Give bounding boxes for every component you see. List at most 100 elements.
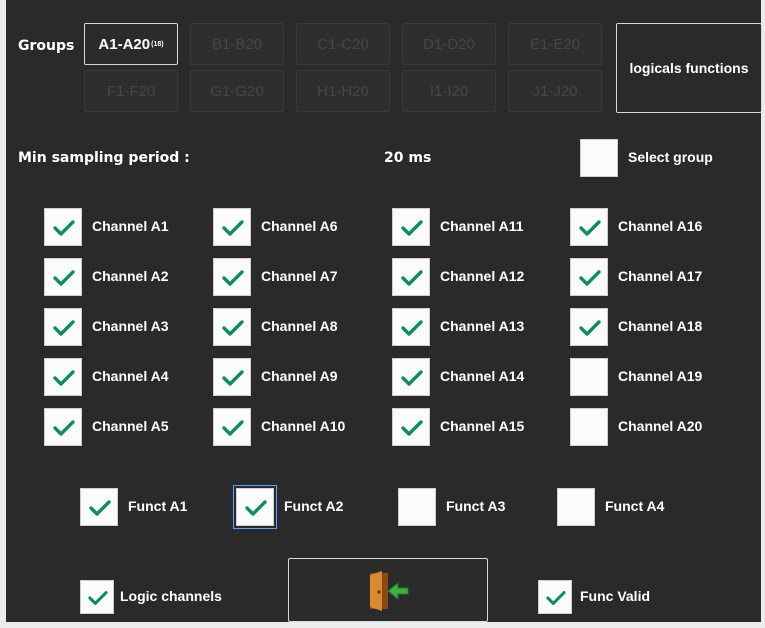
funct-a3-checkbox[interactable] bbox=[398, 488, 436, 526]
channel-a6-checkbox[interactable] bbox=[213, 208, 251, 246]
channel-a8-label: Channel A8 bbox=[261, 318, 338, 334]
channel-selection-panel: Groups A1-A20 (18) B1-B20 C1-C20 D1-D20 E1-E2… bbox=[0, 0, 765, 628]
select-group-label: Select group bbox=[628, 149, 713, 165]
channel-a13-label: Channel A13 bbox=[440, 318, 525, 334]
check-icon bbox=[245, 500, 267, 516]
check-icon bbox=[222, 220, 244, 236]
funct-a4-label: Funct A4 bbox=[605, 498, 665, 514]
group-button-label: J1-J20 bbox=[532, 82, 578, 100]
select-group-checkbox[interactable] bbox=[580, 139, 618, 177]
func-valid-checkbox[interactable] bbox=[538, 580, 572, 614]
logic-channels-label: Logic channels bbox=[120, 588, 222, 604]
funct-a3-label: Funct A3 bbox=[446, 498, 506, 514]
exit-door-icon bbox=[370, 571, 409, 611]
group-button-label: D1-D20 bbox=[423, 35, 475, 53]
group-button-a1-a20[interactable]: A1-A20 (18) bbox=[84, 23, 178, 65]
check-icon bbox=[53, 420, 75, 436]
check-icon bbox=[222, 370, 244, 386]
group-button-label: G1-G20 bbox=[210, 82, 264, 100]
channel-a4-checkbox[interactable] bbox=[44, 358, 82, 396]
channel-a3-checkbox[interactable] bbox=[44, 308, 82, 346]
channel-a2-checkbox[interactable] bbox=[44, 258, 82, 296]
check-icon bbox=[401, 320, 423, 336]
channel-a9-label: Channel A9 bbox=[261, 368, 338, 384]
channel-a15-checkbox[interactable] bbox=[392, 408, 430, 446]
channel-a7-label: Channel A7 bbox=[261, 268, 338, 284]
group-button-label: F1-F20 bbox=[106, 82, 156, 100]
channel-a2-label: Channel A2 bbox=[92, 268, 169, 284]
channel-a18-label: Channel A18 bbox=[618, 318, 703, 334]
group-button-label: A1-A20 bbox=[98, 35, 151, 53]
channel-a14-label: Channel A14 bbox=[440, 368, 525, 384]
check-icon bbox=[401, 270, 423, 286]
check-icon bbox=[401, 370, 423, 386]
func-valid-label: Func Valid bbox=[580, 588, 651, 604]
check-icon bbox=[53, 270, 75, 286]
channel-a15-label: Channel A15 bbox=[440, 418, 525, 434]
group-button-d1-d20[interactable]: D1-D20 bbox=[402, 23, 496, 65]
group-button-j1-j20[interactable]: J1-J20 bbox=[508, 70, 602, 112]
check-icon bbox=[53, 370, 75, 386]
channel-a20-checkbox[interactable] bbox=[570, 408, 608, 446]
channel-a17-checkbox[interactable] bbox=[570, 258, 608, 296]
channel-a9-checkbox[interactable] bbox=[213, 358, 251, 396]
group-button-label: B1-B20 bbox=[211, 35, 263, 53]
groups-label: Groups bbox=[18, 38, 75, 54]
logical-functions-button[interactable]: logicals functions bbox=[616, 23, 762, 113]
channel-a20-label: Channel A20 bbox=[618, 418, 703, 434]
group-button-count: (18) bbox=[151, 40, 164, 48]
group-button-label: H1-H20 bbox=[317, 82, 369, 100]
check-icon bbox=[89, 500, 111, 516]
channel-a8-checkbox[interactable] bbox=[213, 308, 251, 346]
channel-a12-label: Channel A12 bbox=[440, 268, 525, 284]
channel-a5-checkbox[interactable] bbox=[44, 408, 82, 446]
funct-a1-checkbox[interactable] bbox=[80, 488, 118, 526]
channel-a14-checkbox[interactable] bbox=[392, 358, 430, 396]
channel-a10-checkbox[interactable] bbox=[213, 408, 251, 446]
channel-a1-checkbox[interactable] bbox=[44, 208, 82, 246]
funct-a2-label: Funct A2 bbox=[284, 498, 344, 514]
channel-a16-checkbox[interactable] bbox=[570, 208, 608, 246]
channel-a19-checkbox[interactable] bbox=[570, 358, 608, 396]
funct-a2-checkbox[interactable] bbox=[233, 485, 277, 529]
group-button-g1-g20[interactable]: G1-G20 bbox=[190, 70, 284, 112]
funct-a4-checkbox[interactable] bbox=[557, 488, 595, 526]
channel-a18-checkbox[interactable] bbox=[570, 308, 608, 346]
check-icon bbox=[53, 320, 75, 336]
channel-a19-label: Channel A19 bbox=[618, 368, 703, 384]
group-button-label: I1-I20 bbox=[429, 82, 469, 100]
exit-button[interactable] bbox=[288, 558, 488, 622]
group-button-b1-b20[interactable]: B1-B20 bbox=[190, 23, 284, 65]
check-icon bbox=[546, 591, 566, 605]
channel-a11-checkbox[interactable] bbox=[392, 208, 430, 246]
logic-channels-checkbox[interactable] bbox=[80, 580, 114, 614]
channel-a13-checkbox[interactable] bbox=[392, 308, 430, 346]
group-button-e1-e20[interactable]: E1-E20 bbox=[508, 23, 602, 65]
channel-a16-label: Channel A16 bbox=[618, 218, 703, 234]
check-icon bbox=[222, 320, 244, 336]
channel-a1-label: Channel A1 bbox=[92, 218, 169, 234]
check-icon bbox=[401, 420, 423, 436]
group-button-label: E1-E20 bbox=[529, 35, 581, 53]
check-icon bbox=[53, 220, 75, 236]
group-button-c1-c20[interactable]: C1-C20 bbox=[296, 23, 390, 65]
group-button-f1-f20[interactable]: F1-F20 bbox=[84, 70, 178, 112]
channel-a4-label: Channel A4 bbox=[92, 368, 169, 384]
check-icon bbox=[579, 270, 601, 286]
check-icon bbox=[88, 591, 108, 605]
channel-a11-label: Channel A11 bbox=[440, 218, 524, 234]
channel-a17-label: Channel A17 bbox=[618, 268, 703, 284]
group-button-label: C1-C20 bbox=[317, 35, 369, 53]
channel-a7-checkbox[interactable] bbox=[213, 258, 251, 296]
min-sampling-value: 20 ms bbox=[384, 150, 432, 166]
group-button-h1-h20[interactable]: H1-H20 bbox=[296, 70, 390, 112]
channel-a10-label: Channel A10 bbox=[261, 418, 346, 434]
channel-a3-label: Channel A3 bbox=[92, 318, 169, 334]
channel-a6-label: Channel A6 bbox=[261, 218, 338, 234]
check-icon bbox=[222, 420, 244, 436]
min-sampling-label: Min sampling period : bbox=[18, 150, 190, 166]
channel-a5-label: Channel A5 bbox=[92, 418, 169, 434]
group-button-i1-i20[interactable]: I1-I20 bbox=[402, 70, 496, 112]
check-icon bbox=[579, 220, 601, 236]
channel-a12-checkbox[interactable] bbox=[392, 258, 430, 296]
